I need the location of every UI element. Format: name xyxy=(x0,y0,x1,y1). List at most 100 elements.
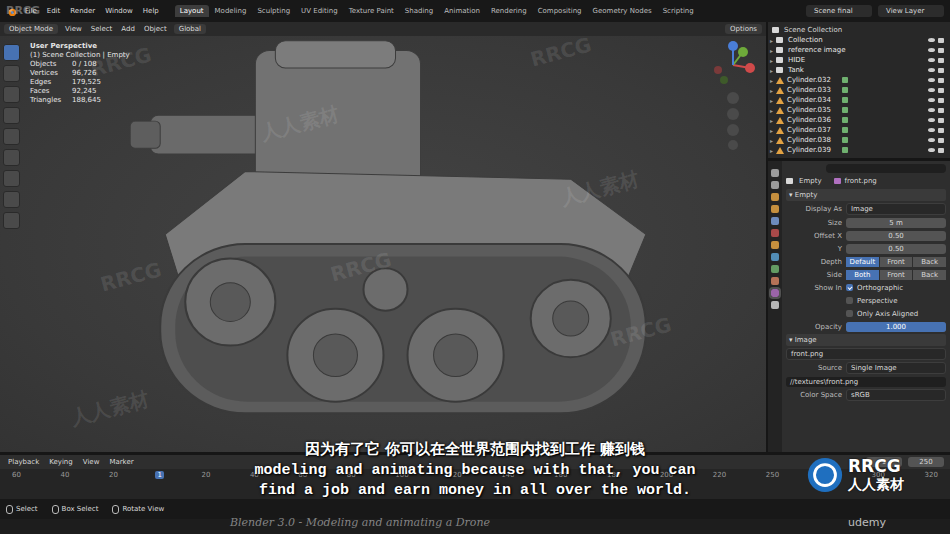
workspace-tab[interactable]: Layout xyxy=(175,5,209,17)
add-cube-icon[interactable] xyxy=(3,212,20,229)
expand-icon[interactable]: ▸ xyxy=(770,67,773,74)
scene-selector[interactable]: Scene final xyxy=(806,5,872,17)
select-box-icon[interactable] xyxy=(3,44,20,61)
options-dropdown[interactable]: Options xyxy=(725,24,762,34)
properties-tab-icon[interactable] xyxy=(771,181,779,189)
visibility-icon[interactable] xyxy=(928,38,935,42)
workspace-tab[interactable]: Texture Paint xyxy=(344,5,399,17)
workspace-tab[interactable]: UV Editing xyxy=(296,5,343,17)
segment-button[interactable]: Front xyxy=(880,257,913,267)
outliner-row[interactable]: ▸Tank xyxy=(770,65,948,75)
cursor-icon[interactable] xyxy=(3,65,20,82)
workspace-tab[interactable]: Sculpting xyxy=(252,5,295,17)
expand-icon[interactable]: ▸ xyxy=(770,117,773,124)
properties-tab-icon[interactable] xyxy=(771,277,779,285)
workspace-tab[interactable]: Rendering xyxy=(486,5,532,17)
workspace-tab[interactable]: Geometry Nodes xyxy=(588,5,657,17)
expand-icon[interactable]: ▸ xyxy=(770,77,773,84)
slider[interactable]: 1.000 xyxy=(846,322,946,332)
render-icon[interactable] xyxy=(938,108,944,113)
expand-icon[interactable]: ▸ xyxy=(770,147,773,154)
outliner-row[interactable]: ▸Cylinder.036 xyxy=(770,115,948,125)
visibility-icon[interactable] xyxy=(928,78,935,82)
visibility-icon[interactable] xyxy=(928,148,935,152)
expand-icon[interactable]: ▸ xyxy=(770,107,773,114)
outliner-row[interactable]: ▸Cylinder.037 xyxy=(770,125,948,135)
dropdown[interactable]: sRGB xyxy=(846,389,946,401)
properties-tab-icon[interactable] xyxy=(771,217,779,225)
expand-icon[interactable]: ▸ xyxy=(770,47,773,54)
properties-tab-icon[interactable] xyxy=(771,265,779,273)
workspace-tab[interactable]: Modeling xyxy=(210,5,252,17)
tank-model[interactable] xyxy=(0,36,766,452)
end-frame-field[interactable]: 250 xyxy=(908,457,944,467)
properties-tab-icon[interactable] xyxy=(771,241,779,249)
rotate-icon[interactable] xyxy=(3,107,20,124)
image-selector[interactable]: front.png xyxy=(786,348,946,360)
timeline-menu[interactable]: Marker xyxy=(107,457,135,467)
menu-item[interactable]: Help xyxy=(141,6,161,16)
render-icon[interactable] xyxy=(938,78,944,83)
menu-item[interactable]: Window xyxy=(103,6,135,16)
outliner-root[interactable]: Scene Collection xyxy=(770,25,948,35)
properties-search[interactable] xyxy=(826,164,946,173)
measure-icon[interactable] xyxy=(3,191,20,208)
render-icon[interactable] xyxy=(938,118,944,123)
outliner-row[interactable]: ▸Cylinder.034 xyxy=(770,95,948,105)
expand-icon[interactable]: ▸ xyxy=(770,97,773,104)
outliner-row[interactable]: ▸Cylinder.039 xyxy=(770,145,948,155)
timeline-menu[interactable]: Keying xyxy=(47,457,75,467)
menu-item[interactable]: Render xyxy=(68,6,97,16)
visibility-icon[interactable] xyxy=(928,68,935,72)
header-menu[interactable]: Add xyxy=(119,24,137,34)
number-field[interactable]: 0.50 xyxy=(846,231,946,241)
segment-button[interactable]: Default xyxy=(846,257,879,267)
render-icon[interactable] xyxy=(938,138,944,143)
outliner-row[interactable]: ▸reference image xyxy=(770,45,948,55)
visibility-icon[interactable] xyxy=(928,48,935,52)
filepath-field[interactable]: //textures\front.png xyxy=(786,377,946,387)
header-menu[interactable]: Select xyxy=(89,24,115,34)
view-layer-selector[interactable]: View Layer xyxy=(878,5,944,17)
outliner-row[interactable]: ▸HIDE xyxy=(770,55,948,65)
expand-icon[interactable]: ▸ xyxy=(770,127,773,134)
navigation-gizmo-icon[interactable] xyxy=(708,40,758,150)
workspace-tab[interactable]: Scripting xyxy=(658,5,699,17)
render-icon[interactable] xyxy=(938,58,944,63)
expand-icon[interactable]: ▸ xyxy=(770,137,773,144)
dropdown[interactable]: Single Image xyxy=(846,362,946,374)
menu-item[interactable]: Edit xyxy=(45,6,63,16)
segment-button[interactable]: Both xyxy=(846,270,879,280)
checkbox[interactable]: Only Axis Aligned xyxy=(846,310,918,318)
expand-icon[interactable]: ▸ xyxy=(770,57,773,64)
visibility-icon[interactable] xyxy=(928,58,935,62)
transform-icon[interactable] xyxy=(3,149,20,166)
visibility-icon[interactable] xyxy=(928,108,935,112)
segment-button[interactable]: Back xyxy=(913,257,946,267)
render-icon[interactable] xyxy=(938,128,944,133)
properties-tab-icon[interactable] xyxy=(771,289,779,297)
outliner-row[interactable]: ▸Cylinder.033 xyxy=(770,85,948,95)
outliner-row[interactable]: ▸Cylinder.032 xyxy=(770,75,948,85)
properties-tab-icon[interactable] xyxy=(771,193,779,201)
visibility-icon[interactable] xyxy=(928,118,935,122)
properties-tab-icon[interactable] xyxy=(771,205,779,213)
checkbox-box[interactable] xyxy=(846,284,853,291)
panel-header[interactable]: ▾ Empty xyxy=(786,189,946,201)
annotate-icon[interactable] xyxy=(3,170,20,187)
mode-dropdown[interactable]: Object Mode xyxy=(4,24,58,34)
render-icon[interactable] xyxy=(938,68,944,73)
timeline-menu[interactable]: View xyxy=(81,457,102,467)
outliner-row[interactable]: ▸Collection xyxy=(770,35,948,45)
visibility-icon[interactable] xyxy=(928,98,935,102)
viewport[interactable]: User Perspective(1) Scene Collection | E… xyxy=(0,36,766,452)
panel-header[interactable]: ▾ Image xyxy=(786,334,946,346)
properties-tab-icon[interactable] xyxy=(771,301,779,309)
visibility-icon[interactable] xyxy=(928,138,935,142)
visibility-icon[interactable] xyxy=(928,128,935,132)
outliner-row[interactable]: ▸Cylinder.038 xyxy=(770,135,948,145)
render-icon[interactable] xyxy=(938,38,944,43)
workspace-tab[interactable]: Compositing xyxy=(533,5,587,17)
render-icon[interactable] xyxy=(938,98,944,103)
orientation-dropdown[interactable]: Global xyxy=(174,24,206,34)
